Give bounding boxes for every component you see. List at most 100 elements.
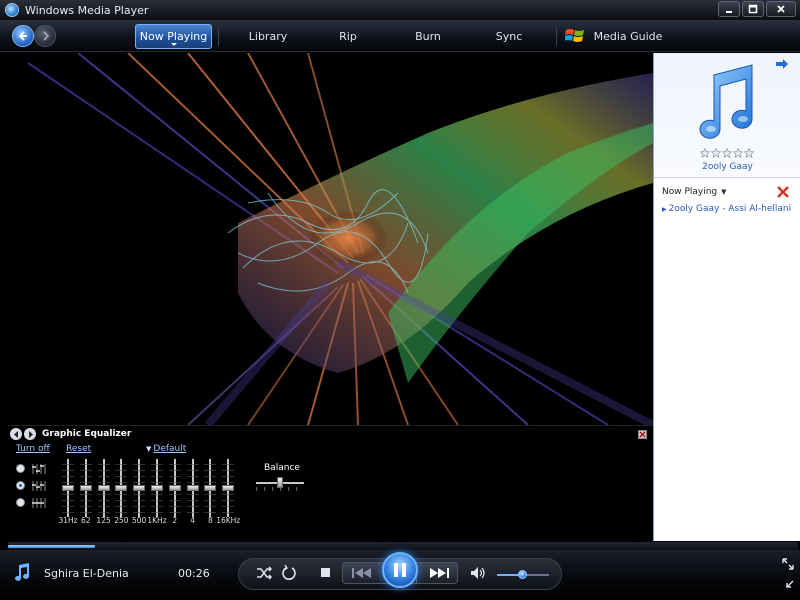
previous-icon	[352, 568, 371, 578]
eq-band-thumb[interactable]	[115, 485, 128, 491]
eq-band-slider[interactable]	[62, 459, 74, 517]
eq-band-slider[interactable]	[115, 459, 128, 517]
preset-label: Default	[153, 444, 187, 454]
seek-bar[interactable]	[8, 542, 798, 550]
rating-stars[interactable]	[700, 148, 754, 158]
maximize-button[interactable]	[742, 1, 764, 17]
forward-button[interactable]	[34, 25, 56, 47]
title-bar: Windows Media Player	[0, 0, 800, 20]
tab-sync[interactable]: Sync	[482, 24, 536, 49]
prev-enhancement-button[interactable]	[10, 428, 22, 440]
visualization-area[interactable]	[8, 53, 653, 425]
mode-radio-loose[interactable]	[16, 464, 25, 473]
seek-progress	[8, 545, 95, 548]
star-icon[interactable]	[722, 148, 732, 158]
music-note-icon	[699, 64, 753, 139]
playlist-item[interactable]: ▶ 2ooly Gaay - Assi Al-hellani	[654, 204, 800, 214]
minimize-icon	[726, 11, 732, 13]
right-arrow-icon	[28, 430, 33, 438]
shuffle-icon	[257, 566, 272, 580]
next-icon	[430, 568, 449, 578]
pause-button[interactable]	[382, 552, 418, 588]
balance-slider[interactable]	[277, 477, 283, 488]
preset-dropdown[interactable]: ▼ Default	[146, 444, 186, 454]
tab-library[interactable]: Library	[238, 24, 298, 49]
eq-band-slider[interactable]	[186, 459, 199, 517]
tab-burn[interactable]: Burn	[402, 24, 454, 49]
eq-band-thumb[interactable]	[222, 485, 235, 491]
shuffle-button[interactable]	[256, 565, 272, 581]
equalizer-header: Graphic Equalizer	[10, 428, 131, 440]
chevron-down-icon: ▼	[146, 445, 152, 453]
repeat-icon	[282, 565, 296, 580]
star-icon[interactable]	[744, 148, 754, 158]
reset-link[interactable]: Reset	[66, 444, 91, 454]
next-button[interactable]	[428, 567, 450, 579]
eq-band-thumb[interactable]	[133, 485, 146, 491]
graphic-equalizer: Graphic Equalizer Turn off Reset ▼ Defau…	[8, 425, 653, 541]
eq-band-slider[interactable]	[168, 459, 181, 517]
now-playing-panel: 2ooly Gaay Now Playing ▼ ▶ 2ooly Gaay - …	[653, 53, 800, 541]
mute-button[interactable]	[470, 566, 486, 580]
tight-group-icon	[32, 498, 46, 508]
windows-logo-icon	[565, 29, 584, 42]
show-list-arrow-icon[interactable]	[775, 59, 789, 69]
eq-band-slider[interactable]	[204, 459, 217, 517]
previous-button[interactable]	[351, 567, 373, 579]
chevron-down-icon: ▼	[721, 188, 727, 196]
equalizer-close-button[interactable]	[638, 430, 647, 439]
next-enhancement-button[interactable]	[24, 428, 36, 440]
window-controls	[718, 1, 796, 17]
tab-separator	[218, 28, 219, 46]
music-note-icon	[15, 563, 30, 581]
tab-now-playing[interactable]: Now Playing	[135, 24, 212, 49]
eq-band-thumb[interactable]	[151, 485, 163, 491]
tab-media-guide[interactable]: Media Guide	[592, 24, 664, 49]
eq-band-slider[interactable]	[133, 459, 146, 517]
full-screen-icon[interactable]	[782, 558, 794, 570]
star-icon[interactable]	[700, 148, 710, 158]
back-button[interactable]	[12, 25, 34, 47]
eq-band-thumb[interactable]	[168, 485, 181, 491]
star-icon[interactable]	[711, 148, 721, 158]
balance-label: Balance	[264, 463, 300, 473]
album-info: 2ooly Gaay	[654, 53, 800, 178]
speaker-icon	[471, 567, 485, 579]
star-icon[interactable]	[733, 148, 743, 158]
eq-band-thumb[interactable]	[62, 485, 74, 491]
switch-to-compact-mode-icon[interactable]	[782, 580, 794, 592]
repeat-button[interactable]	[281, 565, 297, 581]
now-playing-list-label: Now Playing	[662, 187, 718, 197]
mode-radio-tight[interactable]	[16, 498, 25, 507]
back-arrow-icon	[18, 31, 27, 41]
eq-band-thumb[interactable]	[97, 485, 110, 491]
stop-button[interactable]	[320, 567, 331, 578]
equalizer-title: Graphic Equalizer	[42, 429, 132, 439]
turn-off-link[interactable]: Turn off	[16, 444, 50, 454]
minimize-button[interactable]	[718, 1, 740, 17]
now-playing-list-dropdown[interactable]: Now Playing ▼	[662, 187, 727, 197]
medium-group-icon	[32, 481, 46, 491]
nav-bar: Now Playing Library Rip Burn Sync Media …	[0, 20, 800, 52]
eq-band-slider[interactable]	[151, 459, 163, 517]
eq-band-slider[interactable]	[222, 459, 235, 517]
mode-radio-medium[interactable]	[16, 481, 25, 490]
stop-icon	[321, 568, 330, 577]
pause-icon	[394, 563, 406, 577]
eq-band-slider[interactable]	[97, 459, 110, 517]
now-playing-marker-icon: ▶	[662, 205, 667, 213]
volume-slider[interactable]	[518, 570, 527, 579]
album-title[interactable]: 2ooly Gaay	[654, 162, 800, 172]
maximize-icon	[748, 4, 758, 14]
clear-list-icon[interactable]	[776, 185, 790, 199]
eq-band-slider[interactable]	[79, 459, 92, 517]
tab-rip[interactable]: Rip	[322, 24, 374, 49]
eq-band-label: 16KHz	[216, 516, 241, 525]
close-button[interactable]	[766, 1, 796, 17]
loose-group-icon	[32, 464, 46, 474]
eq-band-thumb[interactable]	[204, 485, 217, 491]
eq-band-thumb[interactable]	[79, 485, 92, 491]
eq-band-thumb[interactable]	[186, 485, 199, 491]
elapsed-time[interactable]: 00:26	[178, 567, 210, 580]
close-icon	[639, 431, 646, 438]
